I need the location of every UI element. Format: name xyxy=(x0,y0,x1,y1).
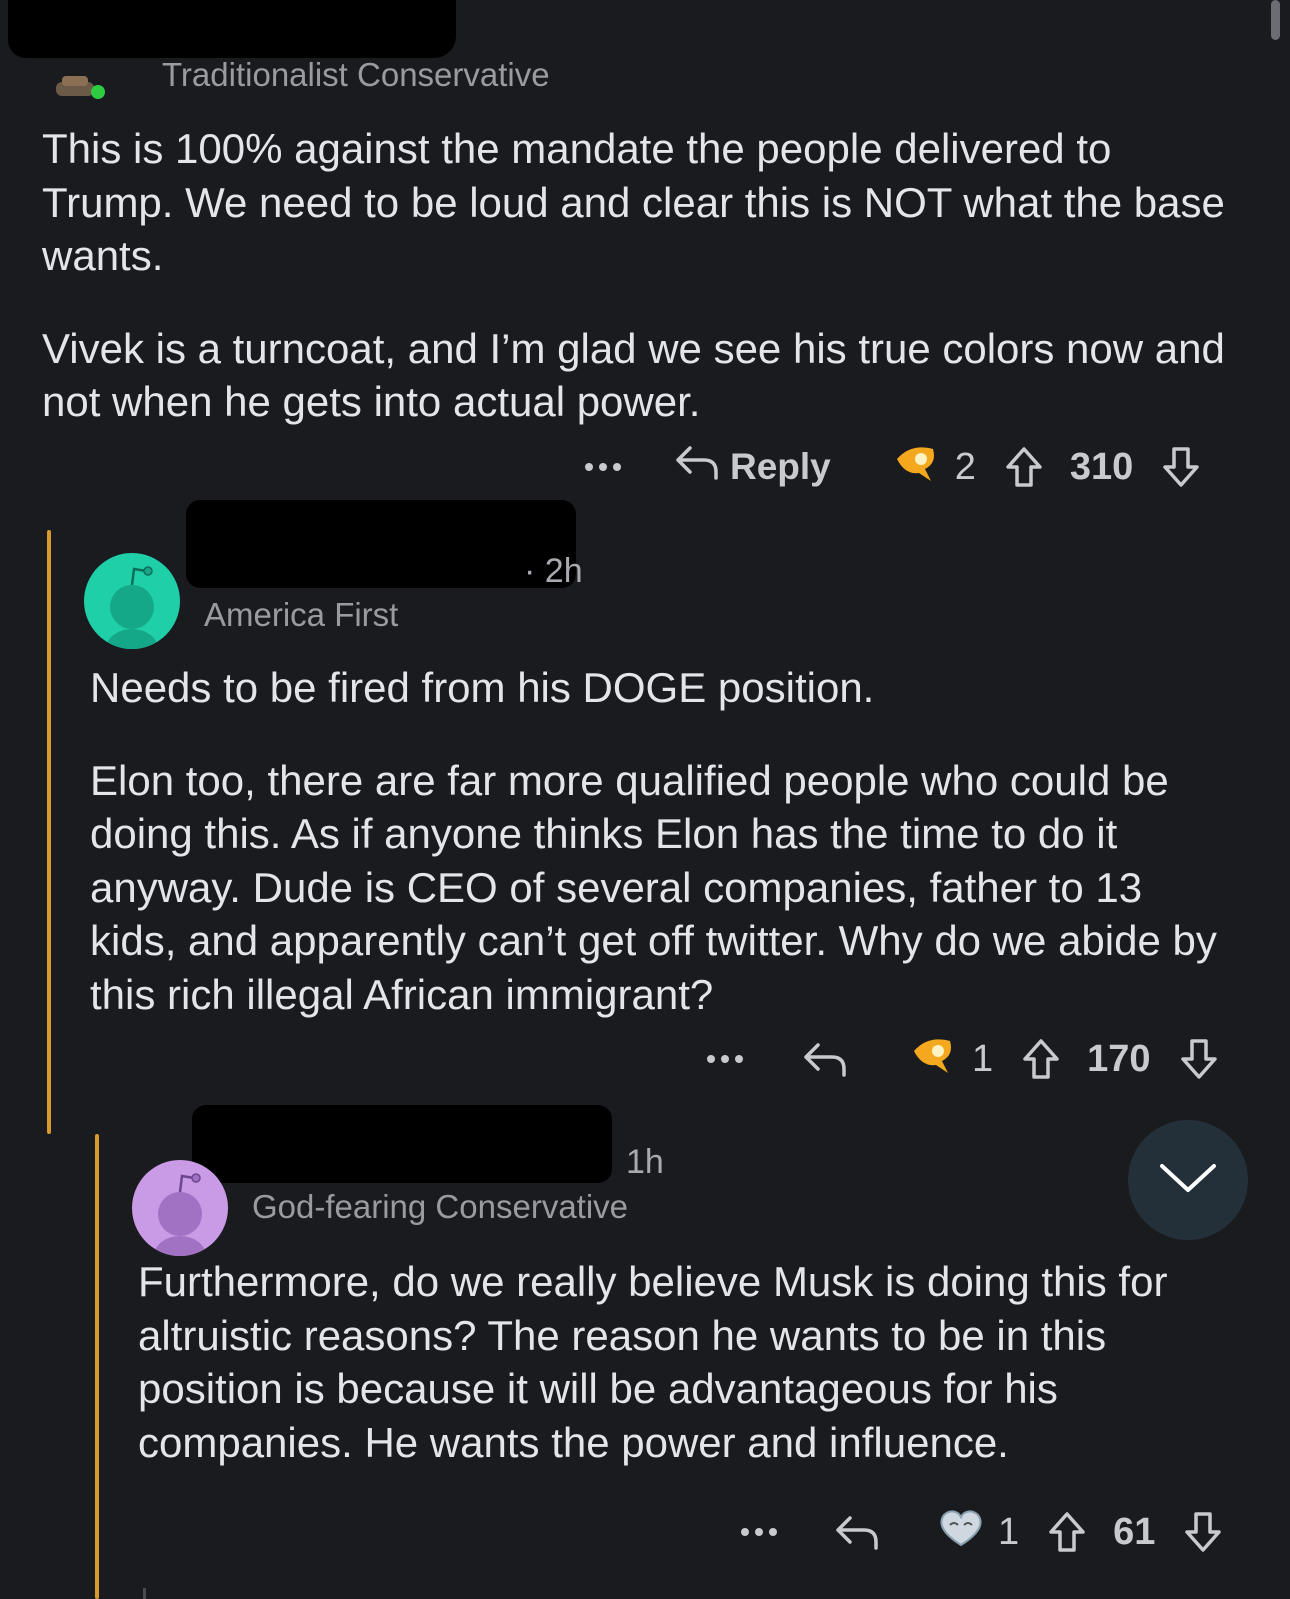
redacted-username xyxy=(192,1105,612,1183)
award-count: 1 xyxy=(972,1037,994,1080)
thread-line[interactable] xyxy=(95,1134,99,1599)
thread-line[interactable] xyxy=(47,530,51,1134)
score: 61 xyxy=(1113,1510,1156,1553)
scrollbar[interactable] xyxy=(1271,0,1280,40)
downvote-arrow-icon[interactable] xyxy=(1159,445,1203,489)
upvote-arrow-icon[interactable] xyxy=(1002,445,1046,489)
award-count: 1 xyxy=(998,1510,1020,1553)
award-icon xyxy=(936,1505,986,1559)
comment-paragraph: Furthermore, do we really believe Musk i… xyxy=(138,1258,1168,1466)
user-flair: Traditionalist Conservative xyxy=(162,56,550,93)
comment-paragraph: This is 100% against the mandate the peo… xyxy=(42,125,1225,279)
reply-arrow-icon xyxy=(674,442,720,492)
comment-actions: 1 170 xyxy=(706,1035,1221,1083)
reply-arrow-icon[interactable] xyxy=(834,1512,880,1552)
comment-body: This is 100% against the mandate the peo… xyxy=(42,122,1232,429)
upvote-arrow-icon[interactable] xyxy=(1019,1037,1063,1081)
more-dots-icon[interactable] xyxy=(706,1054,746,1064)
reply-arrow-icon[interactable] xyxy=(802,1039,848,1079)
thread-line-stub xyxy=(143,1588,146,1599)
award-button[interactable]: 1 xyxy=(936,1505,1019,1559)
comment-actions: 1 61 xyxy=(740,1508,1225,1556)
redacted-username xyxy=(186,500,576,588)
timestamp: 1h xyxy=(626,1143,664,1181)
avatar[interactable] xyxy=(84,553,180,649)
more-dots-icon[interactable] xyxy=(740,1527,780,1537)
timestamp: 2h xyxy=(544,552,583,590)
collapse-fab-button[interactable] xyxy=(1128,1120,1248,1240)
score: 310 xyxy=(1069,445,1134,488)
upvote-arrow-icon[interactable] xyxy=(1045,1510,1089,1554)
reply-label: Reply xyxy=(730,446,831,487)
score: 170 xyxy=(1087,1037,1151,1080)
comment-actions: Reply 2 310 xyxy=(584,443,1203,491)
comment-paragraph: Vivek is a turncoat, and I’m glad we see… xyxy=(42,324,1225,426)
award-button[interactable]: 2 xyxy=(891,439,976,495)
comment-body: Furthermore, do we really believe Musk i… xyxy=(138,1255,1248,1469)
comment-paragraph: Elon too, there are far more qualified p… xyxy=(90,756,1217,1018)
downvote-arrow-icon[interactable] xyxy=(1177,1037,1221,1081)
reply-button[interactable]: Reply xyxy=(674,442,831,492)
award-count: 2 xyxy=(954,445,976,488)
award-icon xyxy=(908,1031,958,1087)
downvote-arrow-icon[interactable] xyxy=(1181,1510,1225,1554)
redacted-username xyxy=(8,0,456,58)
comment-body: Needs to be fired from his DOGE position… xyxy=(90,661,1230,1021)
award-button[interactable]: 1 xyxy=(908,1031,993,1087)
user-avatar[interactable] xyxy=(54,70,106,100)
chevron-down-icon xyxy=(1158,1160,1218,1201)
user-flair: God-fearing Conservative xyxy=(252,1188,629,1225)
comment-paragraph: Needs to be fired from his DOGE position… xyxy=(90,664,875,711)
user-flair: America First xyxy=(204,596,399,633)
more-dots-icon[interactable] xyxy=(584,462,624,472)
time-ago: · 2h xyxy=(524,552,583,590)
award-icon xyxy=(891,439,941,495)
avatar[interactable] xyxy=(132,1160,228,1256)
